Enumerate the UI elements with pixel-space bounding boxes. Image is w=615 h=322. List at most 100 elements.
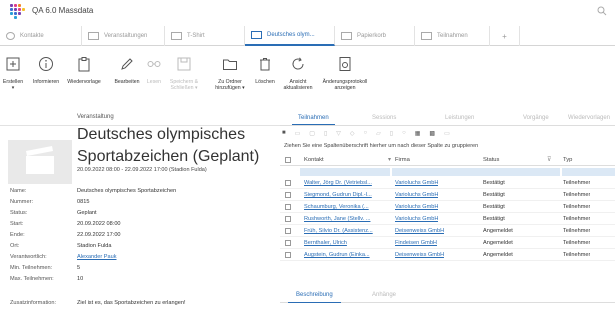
tab-beschreibung[interactable]: Beschreibung <box>288 292 341 303</box>
tab-tshirt[interactable]: T-Shirt <box>165 26 245 46</box>
table-row[interactable]: Schaumburg, Veronika (... Varioluchs Gmb… <box>280 202 615 213</box>
table-row[interactable]: Walter, Jörg Dr. (Vetriebsl... Varioluch… <box>280 178 615 189</box>
title-bar: QA 6.0 Massdata <box>0 0 615 22</box>
status-cell: Bestätigt <box>483 180 505 186</box>
column-header-firma[interactable]: Firma <box>395 157 410 163</box>
table-row[interactable]: Früh, Silvio Dr. (Assistenz... Deisenwei… <box>280 226 615 237</box>
filter-typ-input[interactable] <box>562 168 615 176</box>
refresh-view-button[interactable]: Ansicht aktualisieren <box>281 56 315 91</box>
search-icon[interactable] <box>597 6 607 16</box>
column-header-typ[interactable]: Typ <box>563 157 572 163</box>
history-icon <box>339 57 351 71</box>
table-icon <box>421 32 432 40</box>
company-link[interactable]: Deisenweiss GmbH <box>395 252 444 258</box>
tab-teilnahmen[interactable]: Teilnahmen <box>415 26 490 46</box>
company-link[interactable]: Varioluchs GmbH <box>395 180 438 186</box>
tab-anhaenge[interactable]: Anhänge <box>372 292 396 298</box>
contact-link[interactable]: Rushworth, Jane (Stellv. ... <box>304 216 388 222</box>
table-row[interactable]: Bernthaler, Ulrich Findeisen GmbH Angeme… <box>280 238 615 249</box>
row-checkbox[interactable] <box>285 216 291 222</box>
type-cell: Teilnehmer <box>563 240 591 246</box>
columns-icon[interactable]: ▦ <box>415 130 421 137</box>
copy-icon[interactable]: ▭ <box>295 130 301 137</box>
company-link[interactable]: Deisenweiss GmbH <box>395 228 444 234</box>
refresh-icon <box>292 57 304 70</box>
filter-kontakt-input[interactable] <box>300 168 390 176</box>
read-button[interactable]: Lesen <box>144 56 164 85</box>
filter-firma-input[interactable] <box>392 168 480 176</box>
tab-wiedervorlagen[interactable]: Wiedervorlagen <box>568 115 610 121</box>
table-row[interactable]: Rushworth, Jane (Stellv. ... Varioluchs … <box>280 214 615 225</box>
tab-label: T-Shirt <box>187 33 205 39</box>
delete-row-icon[interactable]: ▯ <box>390 130 393 137</box>
print-icon[interactable]: ■ <box>282 130 286 136</box>
edit-label: Bearbeiten <box>114 79 140 85</box>
new-icon[interactable]: ▢ <box>309 130 315 137</box>
status-cell: Angemeldet <box>483 240 513 246</box>
group-drop-hint: Ziehen Sie eine Spaltenüberschrift hierh… <box>284 143 479 149</box>
layout-icon[interactable]: ▩ <box>429 130 435 137</box>
delete-button[interactable]: Löschen <box>253 56 277 85</box>
company-link[interactable]: Findeisen GmbH <box>395 240 437 246</box>
responsible-link[interactable]: Alexander Pauk <box>77 254 117 260</box>
clapperboard-icon <box>26 146 54 174</box>
more-icon[interactable]: ▭ <box>444 130 450 137</box>
save-close-button[interactable]: Speichern & Schließen ▾ <box>166 56 202 91</box>
row-checkbox[interactable] <box>285 180 291 186</box>
app-title: QA 6.0 Massdata <box>32 6 94 15</box>
create-button[interactable]: Erstellen ▾ <box>2 56 24 91</box>
detail-value: 5 <box>77 265 81 271</box>
add-to-folder-button[interactable]: Zu Ordner hinzufügen ▾ <box>212 56 248 91</box>
filter-icon[interactable]: ▽ <box>336 130 341 137</box>
row-checkbox[interactable] <box>285 240 291 246</box>
table-row[interactable]: Augstein, Gudrun (Einka... Deisenweiss G… <box>280 250 615 261</box>
contact-link[interactable]: Bernthaler, Ulrich <box>304 240 388 246</box>
export-icon[interactable]: ▱ <box>376 130 381 137</box>
row-checkbox[interactable] <box>285 228 291 234</box>
detail-label: Status: <box>10 210 28 216</box>
event-thumbnail <box>8 140 72 184</box>
add-tab-button[interactable]: + <box>490 26 520 46</box>
tab-teilnahmen-related[interactable]: Teilnahmen <box>292 115 335 125</box>
column-header-status[interactable]: Status <box>483 157 499 163</box>
tab-veranstaltungen[interactable]: Veranstaltungen <box>82 26 165 46</box>
wiedervorlage-label: Wiedervorlage <box>67 79 101 85</box>
filter-icon[interactable]: ⊽ <box>547 157 551 163</box>
table-row[interactable]: Siegmond, Gudrun Dipl.-I... Varioluchs G… <box>280 190 615 201</box>
contacts-icon <box>6 32 15 40</box>
column-header-kontakt[interactable]: Kontakt <box>304 157 324 163</box>
contact-link[interactable]: Walter, Jörg Dr. (Vetriebsl... <box>304 180 388 186</box>
delete-label: Löschen <box>255 79 275 85</box>
refresh-grid-icon[interactable]: ○ <box>402 130 406 136</box>
table-icon <box>341 32 352 40</box>
tab-kontakte[interactable]: Kontakte <box>0 26 82 46</box>
edit-button[interactable]: Bearbeiten <box>112 56 142 85</box>
contact-link[interactable]: Augstein, Gudrun (Einka... <box>304 252 388 258</box>
filter-status-input[interactable] <box>480 168 560 176</box>
open-icon[interactable]: ▯ <box>324 130 327 137</box>
contact-link[interactable]: Siegmond, Gudrun Dipl.-I... <box>304 192 388 198</box>
inform-button[interactable]: Informieren <box>30 56 62 85</box>
change-log-button[interactable]: Änderungsprotokoll anzeigen <box>318 56 372 91</box>
row-checkbox[interactable] <box>285 204 291 210</box>
link-icon[interactable]: ◇ <box>350 130 355 137</box>
tab-papierkorb[interactable]: Papierkorb <box>335 26 415 46</box>
tab-vorgaenge[interactable]: Vorgänge <box>523 115 549 121</box>
tab-label: Papierkorb <box>357 33 387 39</box>
contact-link[interactable]: Früh, Silvio Dr. (Assistenz... <box>304 228 388 234</box>
company-link[interactable]: Varioluchs GmbH <box>395 204 438 210</box>
contact-link[interactable]: Schaumburg, Veronika (... <box>304 204 388 210</box>
company-link[interactable]: Varioluchs GmbH <box>395 216 438 222</box>
tab-leistungen[interactable]: Leistungen <box>445 115 474 121</box>
row-checkbox[interactable] <box>285 192 291 198</box>
company-link[interactable]: Varioluchs GmbH <box>395 192 438 198</box>
add-to-folder-sub: hinzufügen ▾ <box>215 85 245 91</box>
row-checkbox[interactable] <box>285 252 291 258</box>
tab-deutsches-olympisches[interactable]: Deutsches olym... <box>245 26 335 46</box>
settings-icon[interactable]: ○ <box>364 130 368 136</box>
detail-value: Geplant <box>77 210 97 216</box>
refresh-view-sub: aktualisieren <box>283 85 313 91</box>
select-all-checkbox[interactable] <box>285 157 291 163</box>
tab-sessions[interactable]: Sessions <box>372 115 396 121</box>
wiedervorlage-button[interactable]: Wiedervorlage <box>66 56 102 85</box>
